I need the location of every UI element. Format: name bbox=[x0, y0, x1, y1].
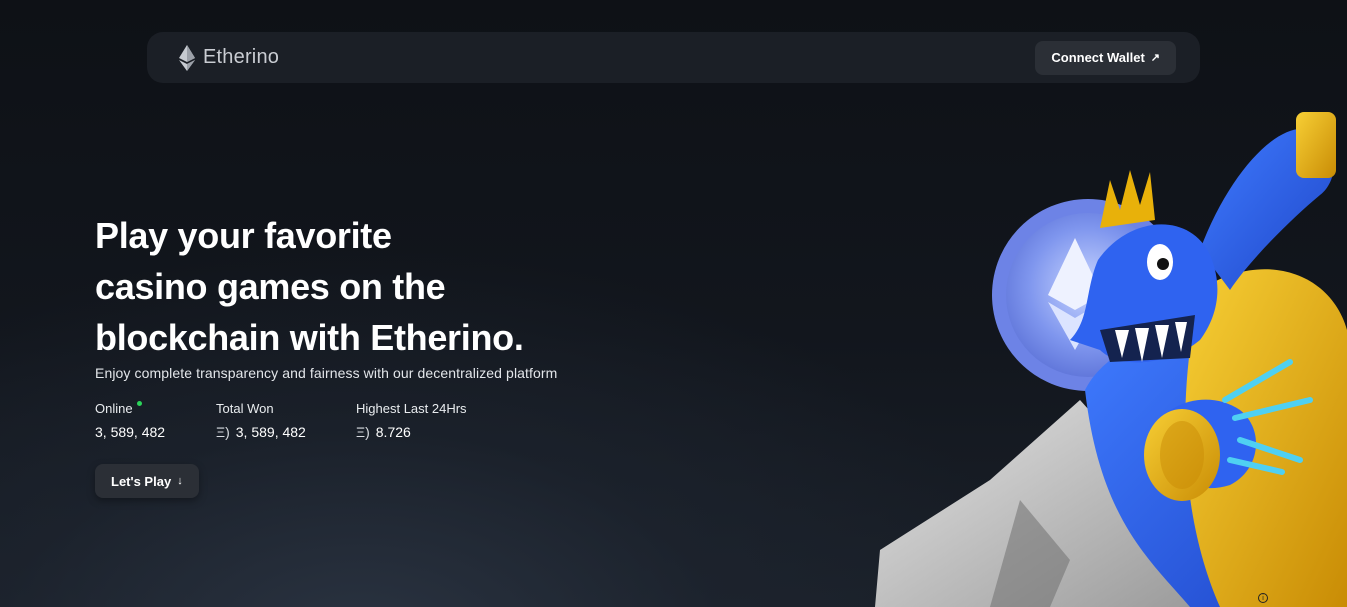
info-icon[interactable]: i bbox=[1258, 593, 1268, 603]
headline-line: casino games on the bbox=[95, 266, 446, 307]
stat-online-value: 3, 589, 482 bbox=[95, 424, 166, 440]
lets-play-label: Let's Play bbox=[111, 473, 172, 489]
status-dot-icon bbox=[136, 401, 142, 406]
hero-section: Play your favorite casino games on the b… bbox=[95, 210, 655, 498]
top-navbar: Etherino Connect Wallet ↗ bbox=[147, 32, 1200, 83]
stat-total-won: Total Won Ξ) 3, 589, 482 bbox=[216, 401, 356, 440]
lets-play-button[interactable]: Let's Play ↓ bbox=[95, 464, 199, 498]
hero-subline: Enjoy complete transparency and fairness… bbox=[95, 365, 558, 381]
stat-online-label: Online bbox=[95, 401, 133, 416]
stat-total-won-label: Total Won bbox=[216, 401, 274, 416]
stats-row: Online 3, 589, 482 Total Won Ξ) 3, 589, 4… bbox=[95, 401, 655, 440]
crown-icon bbox=[1100, 170, 1155, 228]
stat-total-won-value: 3, 589, 482 bbox=[235, 424, 306, 440]
brand-name: Etherino bbox=[203, 46, 280, 68]
brand[interactable]: Etherino bbox=[177, 44, 279, 72]
stat-highest-24h: Highest Last 24Hrs Ξ) 8.726 bbox=[356, 401, 516, 440]
hero-headline: Play your favorite casino games on the b… bbox=[95, 210, 655, 363]
headline-line: blockchain with Etherino. bbox=[95, 317, 524, 358]
bracelet-shape bbox=[1296, 112, 1336, 178]
stat-highest-value: 8.726 bbox=[375, 424, 411, 440]
eth-symbol-icon: Ξ) bbox=[216, 424, 230, 440]
headline-line: Play your favorite bbox=[95, 215, 392, 256]
ethereum-logo-icon bbox=[179, 44, 195, 71]
arrow-up-right-icon: ↗ bbox=[1150, 52, 1160, 64]
arrow-down-icon: ↓ bbox=[177, 475, 183, 487]
connect-wallet-button[interactable]: Connect Wallet ↗ bbox=[1035, 40, 1176, 75]
mascot-illustration bbox=[875, 112, 1347, 607]
stat-online: Online 3, 589, 482 bbox=[95, 401, 216, 440]
connect-wallet-label: Connect Wallet bbox=[1051, 50, 1145, 65]
eth-symbol-icon: Ξ) bbox=[356, 424, 370, 440]
stat-highest-label: Highest Last 24Hrs bbox=[356, 401, 467, 416]
